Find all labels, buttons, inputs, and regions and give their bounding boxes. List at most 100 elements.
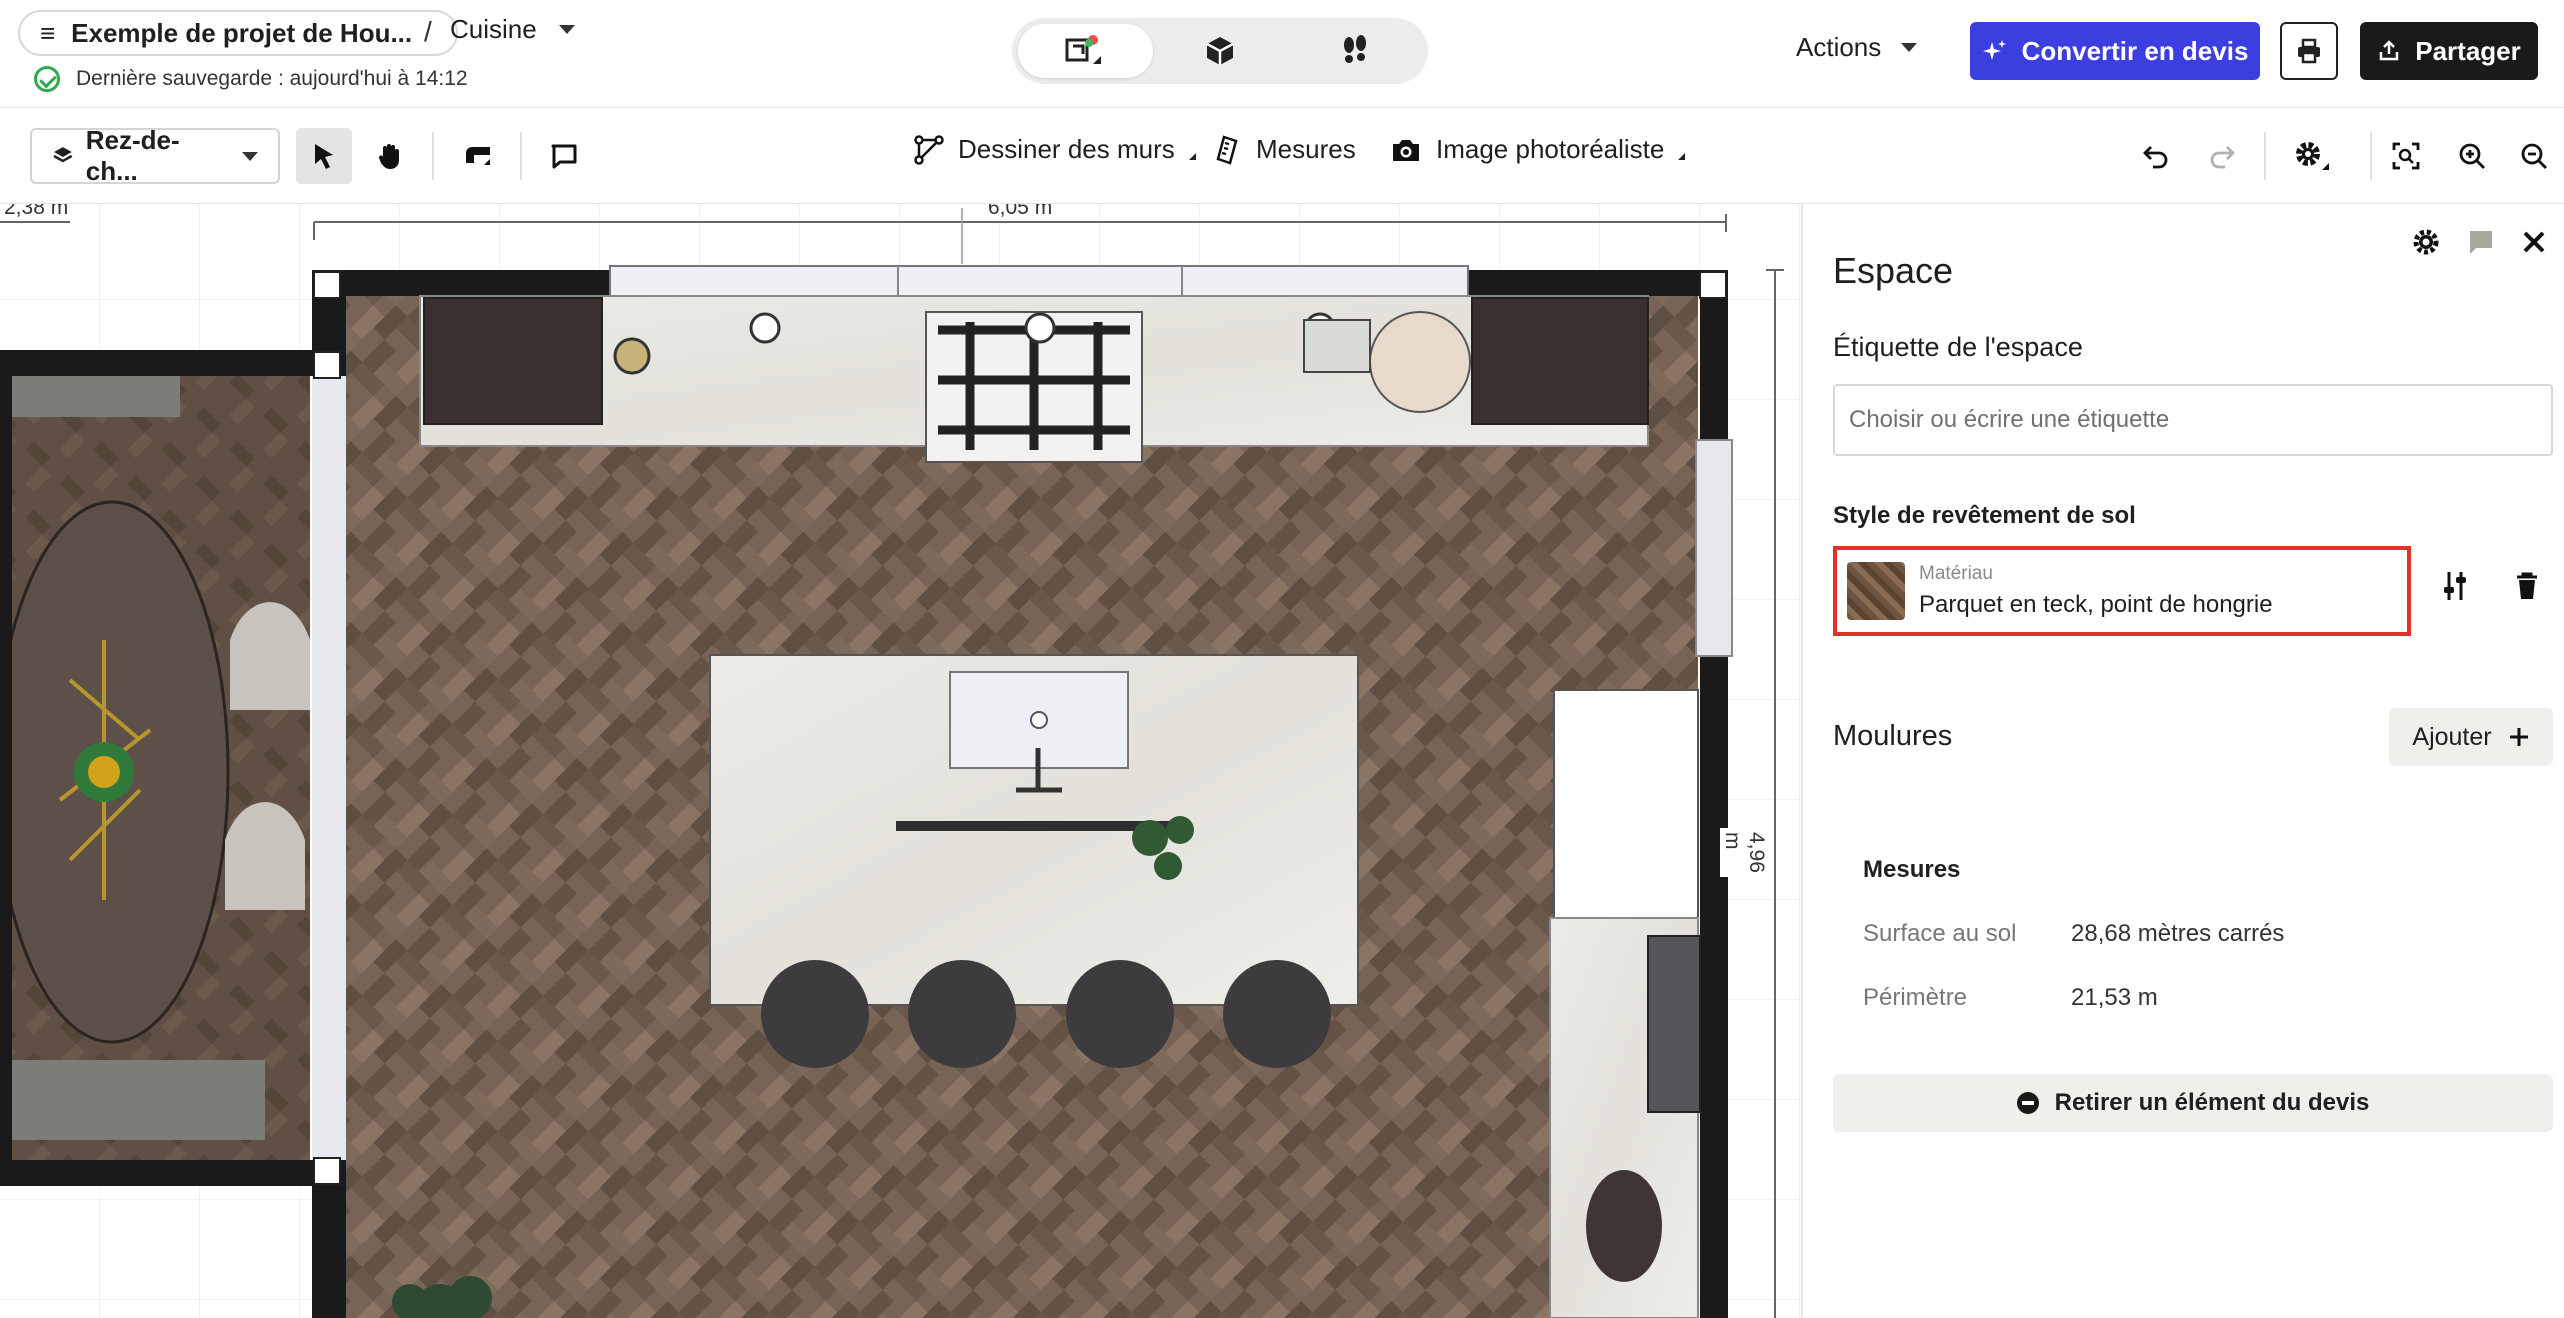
submenu-indicator-icon [1678, 153, 1686, 160]
remove-label: Retirer un élément du devis [2054, 1089, 2370, 1116]
sparkle-icon [1982, 40, 2006, 60]
space-tag-input[interactable] [1833, 384, 2553, 456]
panel-title: Espace [1833, 250, 1954, 291]
dimension-top-label: 6,05 m [984, 204, 1057, 220]
zoom-in-icon [2459, 143, 2485, 169]
cube-3d-icon [1206, 37, 1234, 65]
floor-area-value: 28,68 mètres carrés [2071, 920, 2285, 947]
add-label: Ajouter [2412, 722, 2492, 751]
share-upload-icon [2380, 40, 2399, 61]
floorplan-canvas[interactable]: 2,38 m 6,05 m 4,96 m [0, 204, 1800, 1318]
add-molding-button[interactable]: Ajouter [2389, 708, 2553, 766]
floorplan-2d-icon [1065, 35, 1102, 64]
floor-area-label: Surface au sol [1863, 920, 2017, 947]
round-bowl [1369, 311, 1471, 413]
draw-walls-icon [914, 134, 944, 165]
moldings-label: Moulures [1833, 720, 1953, 752]
undo-button[interactable] [2128, 128, 2184, 184]
redo-button[interactable] [2194, 128, 2250, 184]
convert-label: Convertir en devis [2021, 35, 2249, 66]
select-tool[interactable] [296, 128, 352, 184]
save-status-text: Dernière sauvegarde : aujourd'hui à 14:1… [76, 67, 468, 90]
view-2d-button[interactable] [1018, 24, 1153, 78]
dining-sideboard-bottom [0, 1060, 265, 1140]
plus-icon [2509, 728, 2528, 746]
wall-shape-tool[interactable] [450, 128, 506, 184]
settings-button[interactable] [2284, 128, 2340, 184]
photoreal-image-button[interactable]: Image photoréaliste [1390, 134, 1686, 165]
floor-name: Rez-de-ch... [85, 125, 180, 186]
close-panel-button[interactable] [2518, 226, 2550, 258]
hamburger-menu-icon: ≡ [40, 17, 56, 48]
chevron-down-icon [1901, 43, 1918, 52]
dining-sideboard [0, 375, 180, 417]
perimeter-label: Périmètre [1863, 984, 1968, 1011]
sliders-icon [2444, 572, 2466, 600]
material-caption: Matériau [1919, 563, 1993, 584]
walkthrough-button[interactable] [1287, 24, 1422, 78]
side-stool [1586, 1170, 1662, 1282]
toolbar-divider [432, 132, 434, 180]
submenu-indicator-icon [1188, 153, 1196, 160]
draw-walls-button[interactable]: Dessiner des murs [914, 134, 1196, 165]
cabinet-right [1471, 297, 1649, 425]
save-status: Dernière sauvegarde : aujourd'hui à 14:1… [34, 66, 468, 92]
panel-comment-button[interactable] [2464, 226, 2496, 258]
material-delete-button[interactable] [2505, 564, 2549, 608]
close-icon [2523, 231, 2545, 253]
floor-style-label: Style de revêtement de sol [1833, 502, 2136, 529]
cursor-arrow-icon [315, 144, 333, 169]
space-tag-label: Étiquette de l'espace [1833, 332, 2083, 362]
project-name: Exemple de projet de Hou... [71, 17, 413, 48]
floor-material-selector[interactable]: Matériau Parquet en teck, point de hongr… [1833, 546, 2411, 636]
measures-title: Mesures [1863, 856, 1961, 883]
cabinet-left [423, 297, 603, 425]
fit-view-button[interactable] [2378, 128, 2434, 184]
draw-walls-label: Dessiner des murs [958, 134, 1175, 164]
project-menu-button[interactable]: ≡ Exemple de projet de Hou... [18, 10, 458, 56]
chevron-down-icon [558, 25, 575, 34]
measures-label: Mesures [1256, 134, 1356, 164]
floor-dropdown[interactable]: Rez-de-ch... [30, 125, 280, 186]
actions-label: Actions [1796, 32, 1882, 62]
pendant-light [1024, 312, 1056, 344]
material-adjust-button[interactable] [2433, 564, 2477, 608]
view-3d-button[interactable] [1153, 24, 1288, 78]
chevron-down-icon [242, 151, 258, 161]
panel-settings-button[interactable] [2410, 226, 2442, 258]
redo-icon [2210, 146, 2235, 169]
comment-tool[interactable] [536, 128, 592, 184]
panel-header-icons [2410, 226, 2550, 258]
pendant-light [749, 312, 781, 344]
decor-vase [613, 337, 651, 375]
cutting-board [1303, 319, 1371, 373]
share-button[interactable]: Partager [2360, 22, 2538, 80]
editor-toolbar: Rez-de-ch... Dessiner des murs Mesures I… [0, 108, 2564, 204]
toolbar-divider [2370, 132, 2372, 180]
room-name: Cuisine [450, 14, 537, 44]
gear-icon [2413, 229, 2439, 255]
pan-tool[interactable] [362, 128, 418, 184]
refrigerator [1553, 689, 1699, 919]
perimeter-value: 21,53 m [2071, 984, 2158, 1011]
print-button[interactable] [2280, 22, 2338, 80]
printer-icon [2298, 38, 2320, 64]
toolbar-divider [2264, 132, 2266, 180]
remove-from-quote-button[interactable]: Retirer un élément du devis [1833, 1074, 2553, 1132]
gear-icon [2296, 142, 2329, 170]
ruler-icon [1216, 134, 1238, 165]
share-label: Partager [2415, 35, 2521, 66]
hand-icon [378, 144, 399, 169]
breadcrumb-separator: / [424, 16, 432, 47]
toolbar-divider [520, 132, 522, 180]
actions-dropdown[interactable]: Actions [1796, 32, 1918, 63]
measures-button[interactable]: Mesures [1216, 134, 1356, 165]
zoom-in-button[interactable] [2444, 128, 2500, 184]
trash-icon [2517, 572, 2537, 599]
zoom-out-button[interactable] [2506, 128, 2562, 184]
convert-to-quote-button[interactable]: Convertir en devis [1970, 22, 2260, 80]
comment-icon [2468, 231, 2492, 254]
camera-icon [1393, 139, 1419, 161]
view-mode-toggle [1012, 18, 1428, 84]
room-dropdown[interactable]: Cuisine [450, 14, 575, 45]
